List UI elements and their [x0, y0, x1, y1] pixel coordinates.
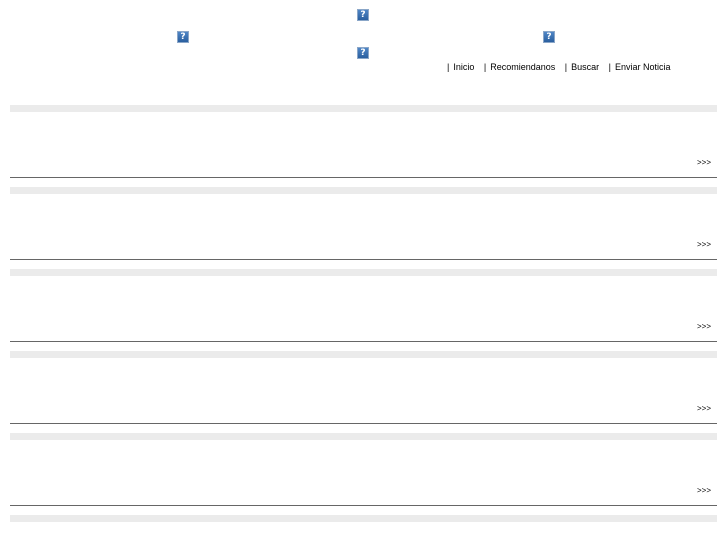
nav-separator: | [564, 62, 568, 72]
nav-separator: | [447, 62, 450, 72]
news-divider [10, 423, 717, 424]
news-title-band [10, 187, 717, 194]
read-more-link[interactable]: >>> [697, 240, 711, 249]
news-title-band [10, 515, 717, 522]
news-title-band [10, 269, 717, 276]
broken-image-icon[interactable]: ? [357, 47, 369, 59]
read-more-link[interactable]: >>> [697, 158, 711, 167]
top-nav: | Inicio | Recomiendanos | Buscar | Enviar N… [445, 62, 671, 72]
read-more-link[interactable]: >>> [697, 322, 711, 331]
nav-link-buscar[interactable]: Buscar [571, 62, 599, 72]
nav-separator: | [483, 62, 487, 72]
nav-link-inicio[interactable]: Inicio [453, 62, 474, 72]
broken-image-icon[interactable]: ? [543, 31, 555, 43]
read-more-link[interactable]: >>> [697, 404, 711, 413]
news-divider [10, 341, 717, 342]
broken-image-icon[interactable]: ? [357, 9, 369, 21]
broken-image-icon[interactable]: ? [177, 31, 189, 43]
news-divider [10, 505, 717, 506]
nav-link-recomiendanos[interactable]: Recomiendanos [490, 62, 555, 72]
page: ? ? ? ? | Inicio | Recomiendanos | Buscar |… [0, 0, 727, 545]
read-more-link[interactable]: >>> [697, 486, 711, 495]
news-title-band [10, 351, 717, 358]
news-title-band [10, 105, 717, 112]
nav-link-enviar-noticia[interactable]: Enviar Noticia [615, 62, 671, 72]
news-title-band [10, 433, 717, 440]
nav-separator: | [608, 62, 611, 72]
news-divider [10, 259, 717, 260]
news-divider [10, 177, 717, 178]
